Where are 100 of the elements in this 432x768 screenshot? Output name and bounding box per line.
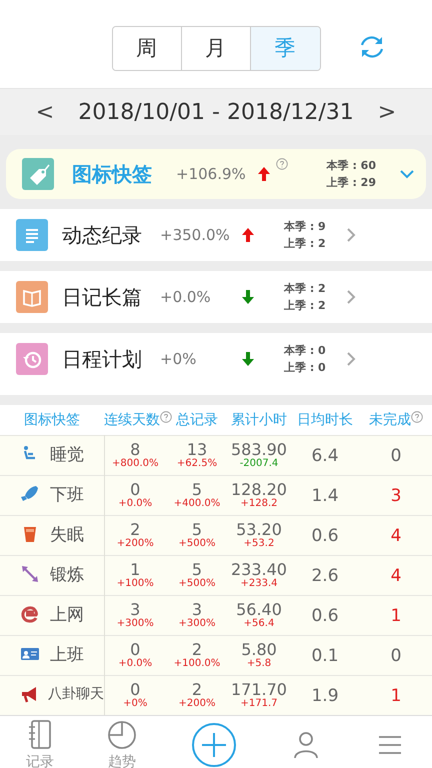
table-value: 0.6 <box>311 526 339 546</box>
table-value: 5 <box>192 481 202 498</box>
category-row[interactable]: 动态纪录 +350.0% 本季 : 9 上季 : 2 <box>0 209 432 261</box>
change-percent: +0% <box>160 350 198 368</box>
table-value: 171.70 <box>230 681 288 698</box>
table-value: 13 <box>186 441 208 458</box>
table-value: 5 <box>192 521 202 538</box>
table-value: 2.6 <box>311 566 339 586</box>
table-value: 6.4 <box>311 446 339 466</box>
category-title: 日程计划 <box>62 346 143 372</box>
change-value: +171.7 <box>239 698 278 710</box>
period-tab[interactable]: 周 <box>112 26 182 70</box>
change-value: +0.0% <box>117 498 154 510</box>
table-value: 0 <box>390 446 402 466</box>
change-value: +800.0% <box>110 458 160 470</box>
change-value: +300% <box>116 618 155 630</box>
category-row[interactable]: 日记长篇 +0.0% 本季 : 2 上季 : 2 <box>0 271 432 323</box>
current-count: 本季 : 9 <box>284 219 326 235</box>
change-value: +200% <box>116 538 155 550</box>
change-value: +500% <box>178 578 216 590</box>
table-value: 1.4 <box>311 486 339 506</box>
change-percent: +350.0% <box>160 226 231 244</box>
previous-count: 上季 : 0 <box>284 360 326 376</box>
arrows-icon <box>20 564 40 584</box>
row-label: 八卦聊天 <box>48 684 104 702</box>
row-label: 锻炼 <box>50 564 84 586</box>
table-value: 0 <box>130 681 140 698</box>
change-value: +300% <box>178 618 216 630</box>
change-value: +128.2 <box>239 498 278 510</box>
table-value: 1 <box>390 606 402 626</box>
change-percent: +0.0% <box>160 288 212 306</box>
previous-count: 上季 : 2 <box>284 298 326 314</box>
change-value: +0.0% <box>117 658 154 670</box>
change-value: -2007.4 <box>238 458 280 470</box>
category-title: 动态纪录 <box>62 222 143 248</box>
table-value: 5 <box>192 561 202 578</box>
previous-button[interactable]: < <box>30 100 60 124</box>
change-percent: +106.9% <box>176 165 247 183</box>
table-value: 1 <box>130 561 140 578</box>
table-value: 3 <box>390 486 402 506</box>
table-value: 2 <box>192 641 202 658</box>
row-label: 上网 <box>50 604 84 626</box>
nav-button[interactable] <box>190 721 238 768</box>
column-header: 累计小时 <box>231 411 287 429</box>
date-range: 2018/10/01 - 2018/12/31 <box>78 100 354 124</box>
change-value: +5.8 <box>246 658 272 670</box>
table-value: 3 <box>130 601 140 618</box>
change-value: +400.0% <box>172 498 222 510</box>
column-header: 连续天数 <box>104 411 160 429</box>
add-icon <box>190 721 238 768</box>
category-row[interactable]: 日程计划 +0% 本季 : 0 上季 : 0 <box>0 333 432 385</box>
category-title: 日记长篇 <box>62 284 143 310</box>
previous-count: 上季 : 29 <box>326 175 376 191</box>
table-value: 56.40 <box>235 601 283 618</box>
column-header: 图标快签 <box>24 411 80 429</box>
change-value: +200% <box>178 698 216 710</box>
help-icon[interactable] <box>411 411 423 423</box>
table-value: 8 <box>130 441 140 458</box>
change-value: +53.2 <box>242 538 276 550</box>
previous-count: 上季 : 2 <box>284 236 326 252</box>
category-row[interactable]: 图标快签 +106.9% 本季 : 60 上季 : 29 <box>6 149 426 199</box>
table-value: 0.1 <box>311 646 339 666</box>
row-label: 失眠 <box>50 524 84 546</box>
table-value: 2 <box>130 521 140 538</box>
column-header: 日均时长 <box>297 411 353 429</box>
current-count: 本季 : 2 <box>284 281 326 297</box>
change-value: +62.5% <box>176 458 218 470</box>
table-value: 2 <box>192 681 202 698</box>
pie-chart-icon <box>106 719 138 751</box>
notebook-icon <box>26 719 54 751</box>
column-header: 总记录 <box>176 411 218 429</box>
help-icon[interactable] <box>160 411 172 423</box>
current-count: 本季 : 60 <box>326 158 376 174</box>
change-value: +500% <box>178 538 216 550</box>
table-value: 5.80 <box>240 641 278 658</box>
row-label: 上班 <box>50 644 84 666</box>
row-label: 下班 <box>50 484 84 506</box>
table-value: 4 <box>390 526 402 546</box>
change-value: +233.4 <box>239 578 278 590</box>
table-value: 0 <box>130 481 140 498</box>
table-value: 53.20 <box>235 521 283 538</box>
table-value: 0.6 <box>311 606 339 626</box>
next-button[interactable]: > <box>372 100 402 124</box>
column-header: 未完成 <box>369 411 411 429</box>
row-label: 睡觉 <box>50 444 84 466</box>
table-value: 0 <box>390 646 402 666</box>
table-value: 128.20 <box>230 481 288 498</box>
change-value: +0% <box>122 698 148 710</box>
current-count: 本季 : 0 <box>284 343 326 359</box>
table-value: 233.40 <box>230 561 288 578</box>
change-value: +100% <box>116 578 155 590</box>
table-value: 583.90 <box>230 441 288 458</box>
table-value: 1.9 <box>311 686 339 706</box>
help-icon[interactable] <box>276 158 288 170</box>
table-value: 3 <box>192 601 202 618</box>
change-value: +56.4 <box>242 618 276 630</box>
category-title: 图标快签 <box>72 160 153 188</box>
table-value: 4 <box>390 566 402 586</box>
change-value: +100.0% <box>172 658 222 670</box>
table-value: 0 <box>130 641 140 658</box>
